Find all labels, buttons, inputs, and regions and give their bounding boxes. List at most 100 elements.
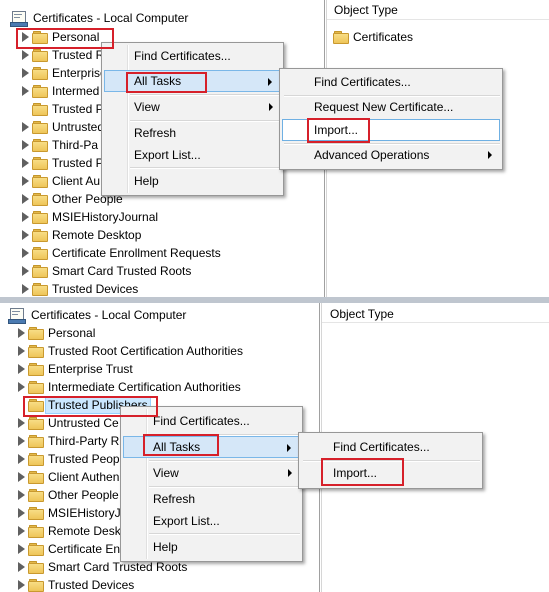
tree-root[interactable]: Certificates - Local Computer <box>8 305 186 325</box>
menu-item-import[interactable]: Import... <box>282 119 500 141</box>
expand-arrow-icon[interactable] <box>16 450 28 468</box>
expand-arrow-icon[interactable] <box>16 558 28 576</box>
expand-arrow-icon[interactable] <box>16 540 28 558</box>
tree-item[interactable]: Enterprise <box>20 64 107 82</box>
tree-item[interactable]: Certificate En <box>16 540 120 558</box>
folder-icon <box>28 417 44 430</box>
tree-item-label: Untrusted Ce <box>48 416 119 430</box>
list-item[interactable]: Certificates <box>333 30 413 44</box>
tree-item[interactable]: Trusted P <box>20 154 104 172</box>
tree-item-label: Trusted R <box>52 48 105 62</box>
expand-arrow-icon[interactable] <box>20 190 32 208</box>
menu-item-view[interactable]: View <box>104 96 281 118</box>
list-item-label: Certificates <box>353 30 414 44</box>
expand-arrow-icon[interactable] <box>20 226 32 244</box>
all-tasks-submenu: Find Certificates... Request New Certifi… <box>279 68 503 170</box>
tree-item-personal[interactable]: Personal <box>20 28 102 46</box>
tree-item[interactable]: Trusted Peop <box>16 450 120 468</box>
expand-arrow-icon[interactable] <box>16 378 28 396</box>
menu-item-help[interactable]: Help <box>123 536 300 558</box>
submenu-arrow-icon <box>288 469 292 477</box>
menu-item-find-certificates[interactable]: Find Certificates... <box>282 71 500 93</box>
tree-item-label: Other People <box>48 488 119 502</box>
tree-root[interactable]: Certificates - Local Computer <box>10 8 188 28</box>
expand-arrow-icon[interactable] <box>16 414 28 432</box>
menu-item-label: Import... <box>314 123 359 137</box>
expand-arrow-icon[interactable] <box>16 504 28 522</box>
menu-item-export-list[interactable]: Export List... <box>123 510 300 532</box>
expand-arrow-icon[interactable] <box>16 342 28 360</box>
tree-item[interactable]: MSIEHistoryJ <box>16 504 121 522</box>
tree-item[interactable]: Intermed <box>20 82 99 100</box>
tree-item[interactable]: Client Au <box>20 172 100 190</box>
menu-item-refresh[interactable]: Refresh <box>123 488 300 510</box>
menu-item-help[interactable]: Help <box>104 170 281 192</box>
tree-item[interactable]: Third-Party R <box>16 432 119 450</box>
expand-arrow-icon[interactable] <box>20 244 32 262</box>
expand-arrow-icon[interactable] <box>20 46 32 64</box>
tree-item[interactable]: Remote Desktop <box>20 226 141 244</box>
folder-icon <box>28 489 44 502</box>
expand-arrow-icon[interactable] <box>20 28 32 46</box>
expand-arrow-icon[interactable] <box>16 486 28 504</box>
tree-item[interactable]: Trusted Devices <box>20 280 138 297</box>
expand-arrow-icon[interactable] <box>20 136 32 154</box>
menu-item-label: Export List... <box>153 514 220 528</box>
folder-icon <box>28 399 44 412</box>
menu-item-label: All Tasks <box>134 74 182 88</box>
tree-item[interactable]: Trusted Root Certification Authorities <box>16 342 243 360</box>
menu-item-label: Refresh <box>153 492 196 506</box>
tree-item[interactable]: Client Authen <box>16 468 119 486</box>
tree-item[interactable]: Trusted Devices <box>16 576 134 592</box>
menu-item-request-new-certificate[interactable]: Request New Certificate... <box>282 96 500 118</box>
folder-icon <box>32 175 48 188</box>
folder-icon <box>32 157 48 170</box>
menu-item-all-tasks[interactable]: All Tasks <box>123 436 300 458</box>
tree-item[interactable]: Trusted R <box>20 46 104 64</box>
folder-icon <box>28 327 44 340</box>
expand-arrow-icon[interactable] <box>16 468 28 486</box>
column-header[interactable]: Object Type <box>322 303 549 323</box>
menu-item-label: Advanced Operations <box>314 148 430 162</box>
expand-arrow-icon[interactable] <box>20 82 32 100</box>
expand-arrow-icon[interactable] <box>20 280 32 297</box>
menu-item-import[interactable]: Import... <box>301 462 480 484</box>
context-menu: Find Certificates... All Tasks View Refr… <box>120 406 303 562</box>
tree-item[interactable]: Certificate Enrollment Requests <box>20 244 221 262</box>
expand-arrow-icon[interactable] <box>20 172 32 190</box>
menu-item-label: Find Certificates... <box>153 414 250 428</box>
expand-arrow-icon[interactable] <box>20 208 32 226</box>
tree-item[interactable]: Other People <box>16 486 119 504</box>
expand-arrow-icon[interactable] <box>16 522 28 540</box>
expand-arrow-icon[interactable] <box>20 118 32 136</box>
tree-item[interactable]: Trusted P <box>20 100 104 118</box>
expand-arrow-icon[interactable] <box>16 432 28 450</box>
expand-arrow-icon[interactable] <box>20 64 32 82</box>
menu-item-find-certificates[interactable]: Find Certificates... <box>104 45 281 67</box>
tree-item-label: Intermediate Certification Authorities <box>48 380 241 394</box>
column-header-label: Object Type <box>330 307 394 321</box>
menu-item-label: Help <box>153 540 178 554</box>
column-header[interactable]: Object Type <box>327 0 549 20</box>
menu-item-all-tasks[interactable]: All Tasks <box>104 70 281 92</box>
menu-item-export-list[interactable]: Export List... <box>104 144 281 166</box>
menu-item-find-certificates[interactable]: Find Certificates... <box>301 436 480 458</box>
tree-item[interactable]: Untrusted <box>20 118 104 136</box>
tree-item-personal[interactable]: Personal <box>16 324 95 342</box>
menu-item-view[interactable]: View <box>123 462 300 484</box>
expand-arrow-icon[interactable] <box>20 262 32 280</box>
tree-item[interactable]: Intermediate Certification Authorities <box>16 378 241 396</box>
tree-item[interactable]: Enterprise Trust <box>16 360 133 378</box>
expand-arrow-icon[interactable] <box>16 324 28 342</box>
expand-arrow-icon[interactable] <box>20 154 32 172</box>
tree-item[interactable]: Remote Desk <box>16 522 121 540</box>
expand-arrow-icon[interactable] <box>16 360 28 378</box>
expand-arrow-icon[interactable] <box>16 576 28 592</box>
tree-item[interactable]: Third-Pa <box>20 136 98 154</box>
menu-item-find-certificates[interactable]: Find Certificates... <box>123 410 300 432</box>
menu-item-advanced-operations[interactable]: Advanced Operations <box>282 144 500 166</box>
tree-item[interactable]: MSIEHistoryJournal <box>20 208 158 226</box>
menu-item-refresh[interactable]: Refresh <box>104 122 281 144</box>
tree-item[interactable]: Smart Card Trusted Roots <box>20 262 191 280</box>
tree-item[interactable]: Untrusted Ce <box>16 414 119 432</box>
